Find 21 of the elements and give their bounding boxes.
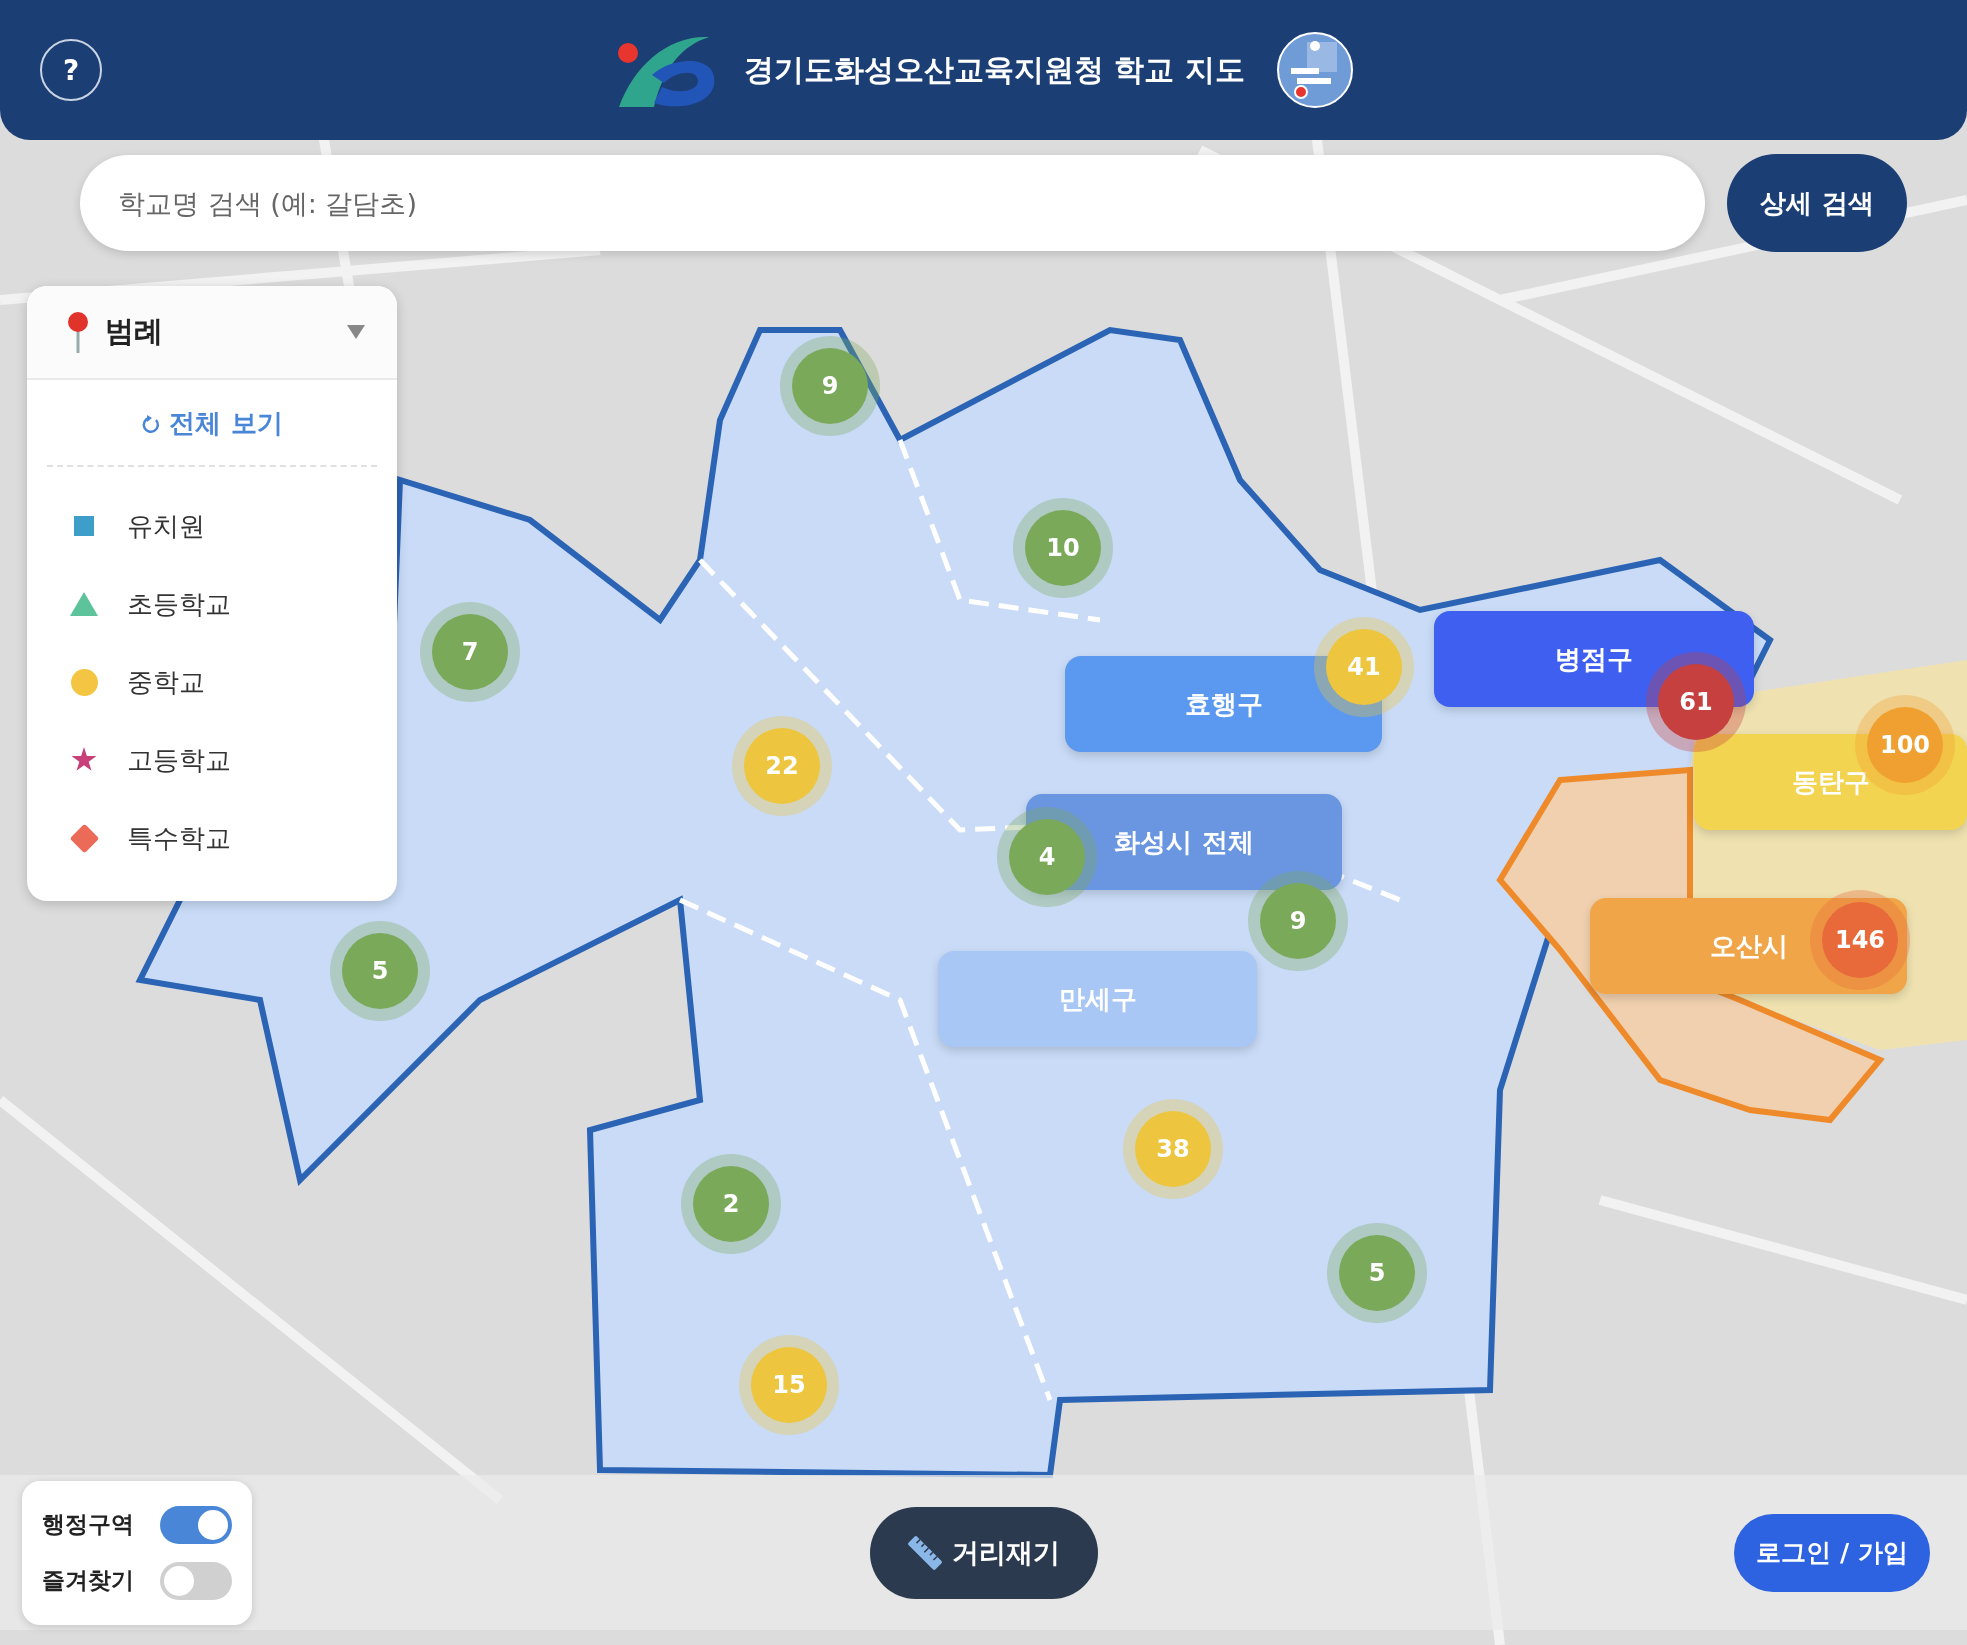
help-button[interactable]: ? bbox=[40, 39, 102, 101]
legend-title: 범례 bbox=[105, 313, 163, 350]
toggle-label: 행정구역 bbox=[42, 1510, 134, 1539]
show-all-button[interactable]: 전체 보기 bbox=[129, 398, 295, 449]
measure-distance-button[interactable]: 거리재기 bbox=[870, 1506, 1098, 1599]
legend-label: 특수학교 bbox=[127, 821, 231, 855]
legend-label: 중학교 bbox=[127, 665, 205, 699]
search-field[interactable]: 학교명 검색 (예: 갈담초) bbox=[80, 155, 1705, 251]
toggle-switch[interactable] bbox=[160, 1561, 232, 1600]
pin-icon bbox=[65, 310, 91, 354]
legend-label: 유치원 bbox=[127, 509, 205, 543]
region-label[interactable]: 만세구 bbox=[938, 951, 1257, 1047]
toggle-switch[interactable] bbox=[160, 1505, 232, 1544]
app-title: 경기도화성오산교육지원청 학교 지도 bbox=[744, 50, 1245, 89]
refresh-icon bbox=[141, 413, 162, 434]
legend-label: 고등학교 bbox=[127, 743, 231, 777]
toggle-label: 즐겨찾기 bbox=[42, 1566, 134, 1595]
login-signup-button[interactable]: 로그인 / 가입 bbox=[1734, 1513, 1930, 1592]
legend-label: 초등학교 bbox=[127, 587, 231, 621]
caret-icon[interactable] bbox=[347, 325, 365, 339]
school-badge-icon bbox=[1276, 32, 1353, 108]
